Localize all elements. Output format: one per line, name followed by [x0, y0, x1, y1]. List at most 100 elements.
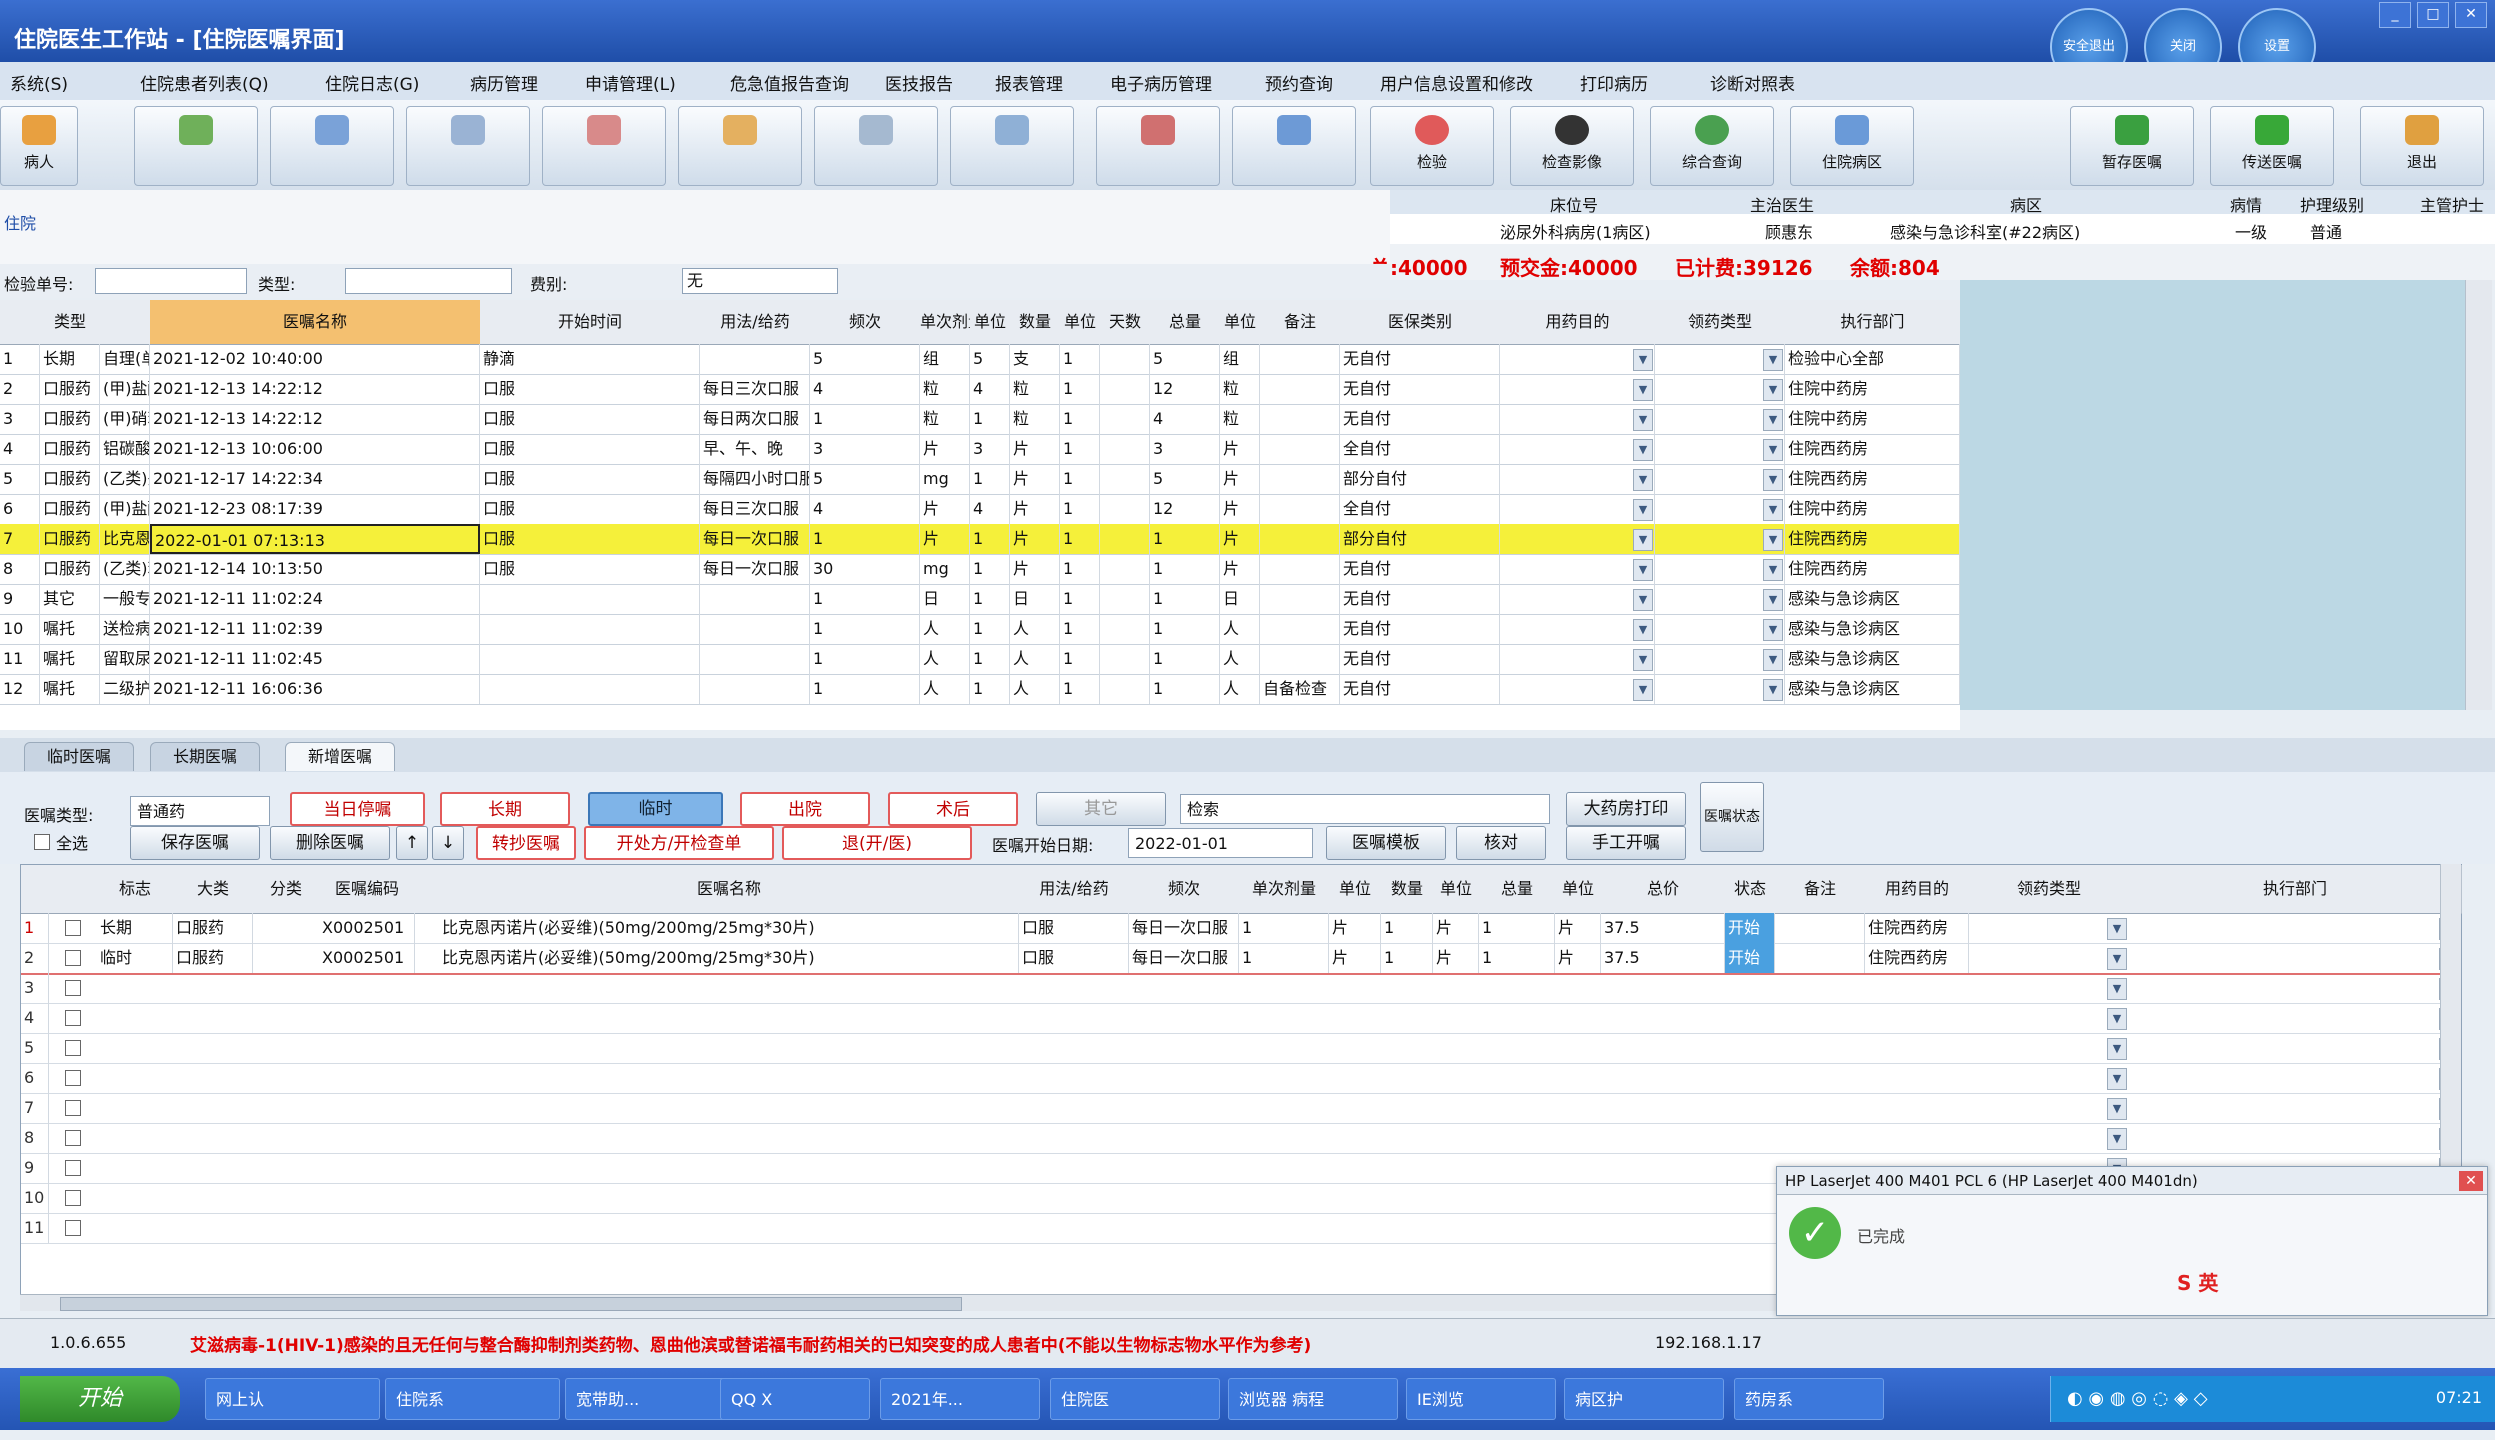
order-template-button[interactable]: 医嘱模板 [1326, 826, 1446, 860]
chevron-down-icon[interactable]: ▼ [1763, 589, 1783, 611]
b-col-code[interactable]: 医嘱编码 [319, 865, 416, 914]
hscroll-thumb[interactable] [60, 1297, 962, 1311]
col-unit3[interactable]: 单位 [1220, 300, 1261, 345]
patient-tab[interactable]: 住院 [4, 210, 36, 234]
chevron-down-icon[interactable]: ▼ [2107, 1128, 2127, 1150]
order-status-button[interactable]: 医嘱状态 [1700, 782, 1764, 852]
col-dose[interactable]: 单次剂量 [920, 300, 971, 345]
table-row[interactable]: 4口服药铝碳酸镁片(甲)2021-12-13 10:06:00口服早、午、晚3片… [0, 434, 1960, 465]
table-row[interactable]: 7▼▼ [21, 1093, 2461, 1124]
menu-user-settings[interactable]: 用户信息设置和修改 [1380, 70, 1533, 95]
menu-log[interactable]: 住院日志(G) [325, 70, 419, 95]
table-row[interactable]: 11嘱托留取尿液2021-12-11 11:02:451人1人11人无自付▼▼感… [0, 644, 1960, 675]
b-col-check[interactable] [49, 865, 98, 914]
maximize-button[interactable]: □ [2417, 2, 2449, 28]
select-all-checkbox[interactable] [34, 834, 50, 850]
chevron-down-icon[interactable]: ▼ [1633, 379, 1653, 401]
start-button[interactable]: 开始 [20, 1376, 180, 1422]
toolbar-button-3[interactable] [270, 106, 394, 186]
chevron-down-icon[interactable]: ▼ [1763, 469, 1783, 491]
chevron-down-icon[interactable]: ▼ [1633, 439, 1653, 461]
taskbar-item-10[interactable]: 药房系 [1734, 1378, 1884, 1420]
col-qty[interactable]: 数量 [1010, 300, 1061, 345]
toolbar-button-5[interactable] [542, 106, 666, 186]
chevron-down-icon[interactable]: ▼ [1763, 439, 1783, 461]
chevron-down-icon[interactable]: ▼ [1763, 529, 1783, 551]
toolbar-save-button[interactable]: 暂存医嘱 [2070, 106, 2194, 186]
col-purpose[interactable]: 用药目的 [1500, 300, 1656, 345]
toolbar-query-button[interactable]: 综合查询 [1650, 106, 1774, 186]
menu-requests[interactable]: 申请管理(L) [585, 70, 676, 95]
toolbar-patient-button[interactable]: 病人 [0, 106, 78, 186]
menu-critical[interactable]: 危急值报告查询 [730, 70, 849, 95]
temporary-button[interactable]: 临时 [588, 792, 723, 826]
return-button[interactable]: 退(开/医) [782, 826, 972, 860]
table-row[interactable]: 2 临时 口服药 X0002501 比克恩丙诺片(必妥维)(50mg/200mg/25m… [21, 943, 2461, 975]
close-button[interactable]: ✕ [2455, 2, 2487, 28]
menu-report-mgmt[interactable]: 报表管理 [995, 70, 1063, 95]
table-row[interactable]: 6口服药(甲)盐酸洛哌丁胺胶囊(2mg*6粒)2021-12-23 08:17:… [0, 494, 1960, 525]
menu-system[interactable]: 系统(S) [10, 70, 68, 95]
start-date-input[interactable]: 2022-01-01 [1128, 828, 1313, 858]
table-row[interactable]: 3口服药(甲)硝苯地平缓释片0.25g2021-12-13 14:22:12口服… [0, 404, 1960, 435]
move-up-button[interactable]: ↑ [396, 826, 428, 860]
col-unit2[interactable]: 单位 [1060, 300, 1101, 345]
col-start[interactable]: 开始时间 [480, 300, 701, 345]
chevron-down-icon[interactable]: ▼ [1763, 559, 1783, 581]
row-checkbox[interactable] [65, 1100, 81, 1116]
taskbar-item-1[interactable]: 网上认 [205, 1378, 380, 1420]
chevron-down-icon[interactable]: ▼ [1763, 499, 1783, 521]
table-row[interactable]: 10嘱托送检病理及活检2021-12-11 11:02:391人1人11人无自付… [0, 614, 1960, 645]
b-col-mark[interactable] [415, 865, 440, 914]
b-col-remark[interactable]: 备注 [1775, 865, 1866, 914]
b-col-name[interactable]: 医嘱名称 [439, 865, 1020, 914]
chevron-down-icon[interactable]: ▼ [1763, 379, 1783, 401]
menu-patient-list[interactable]: 住院患者列表(Q) [140, 70, 269, 95]
table-row[interactable]: 12嘱托二级护理医嘱2021-12-11 16:06:361人1人11人自备检查… [0, 674, 1960, 705]
toolbar-imaging-button[interactable]: 检查影像 [1510, 106, 1634, 186]
row-checkbox[interactable] [65, 1070, 81, 1086]
toolbar-button-9[interactable] [1096, 106, 1220, 186]
table-row[interactable]: 8口服药(乙类)苯磺酸左氨氯地平片(2.5mg*14)2021-12-14 10… [0, 554, 1960, 585]
b-col-total[interactable]: 总量 [1479, 865, 1556, 914]
b-col-unit2[interactable]: 单位 [1433, 865, 1480, 914]
col-pickup[interactable]: 领药类型 [1655, 300, 1786, 345]
b-col-price[interactable]: 总价 [1601, 865, 1726, 914]
col-freq[interactable]: 频次 [810, 300, 921, 345]
row-checkbox[interactable] [65, 1190, 81, 1206]
table-row[interactable]: 5▼▼ [21, 1033, 2461, 1064]
b-col-flag[interactable]: 标志 [97, 865, 174, 914]
col-type[interactable]: 类型 [40, 300, 101, 345]
chevron-down-icon[interactable]: ▼ [2107, 1008, 2127, 1030]
toolbar-send-button[interactable]: 传送医嘱 [2210, 106, 2334, 186]
order-type-select[interactable]: 普通药 [130, 796, 270, 826]
chevron-down-icon[interactable]: ▼ [2107, 1038, 2127, 1060]
b-col-class[interactable]: 分类 [253, 865, 320, 914]
menu-reports[interactable]: 医技报告 [885, 70, 953, 95]
row-checkbox[interactable] [65, 980, 81, 996]
toolbar-button-4[interactable] [406, 106, 530, 186]
row-checkbox[interactable] [65, 1010, 81, 1026]
tab-long-term[interactable]: 长期医嘱 [150, 742, 261, 771]
b-col-usage[interactable]: 用法/给药 [1019, 865, 1130, 914]
row-checkbox[interactable] [65, 1040, 81, 1056]
chevron-down-icon[interactable]: ▼ [1763, 619, 1783, 641]
toolbar-ward-button[interactable]: 住院病区 [1790, 106, 1914, 186]
col-days[interactable]: 天数 [1100, 300, 1151, 345]
menu-emr[interactable]: 电子病历管理 [1110, 70, 1212, 95]
chevron-down-icon[interactable]: ▼ [1633, 679, 1653, 701]
toolbar-button-8[interactable] [950, 106, 1074, 186]
toolbar-button-7[interactable] [814, 106, 938, 186]
tab-temporary[interactable]: 临时医嘱 [24, 742, 135, 771]
prescription-button[interactable]: 开处方/开检查单 [584, 826, 774, 860]
chevron-down-icon[interactable]: ▼ [1633, 649, 1653, 671]
col-unit1[interactable]: 单位 [970, 300, 1011, 345]
col-flag[interactable] [100, 300, 151, 345]
b-col-unit1[interactable]: 单位 [1329, 865, 1382, 914]
col-usage[interactable]: 用法/给药 [700, 300, 811, 345]
table-row[interactable]: 9其它一般专项护理(每日)2021-12-11 11:02:241日1日11日无… [0, 584, 1960, 615]
move-down-button[interactable]: ↓ [432, 826, 464, 860]
minimize-button[interactable]: _ [2379, 2, 2411, 28]
row-checkbox[interactable] [65, 920, 81, 936]
chevron-down-icon[interactable]: ▼ [1633, 349, 1653, 371]
